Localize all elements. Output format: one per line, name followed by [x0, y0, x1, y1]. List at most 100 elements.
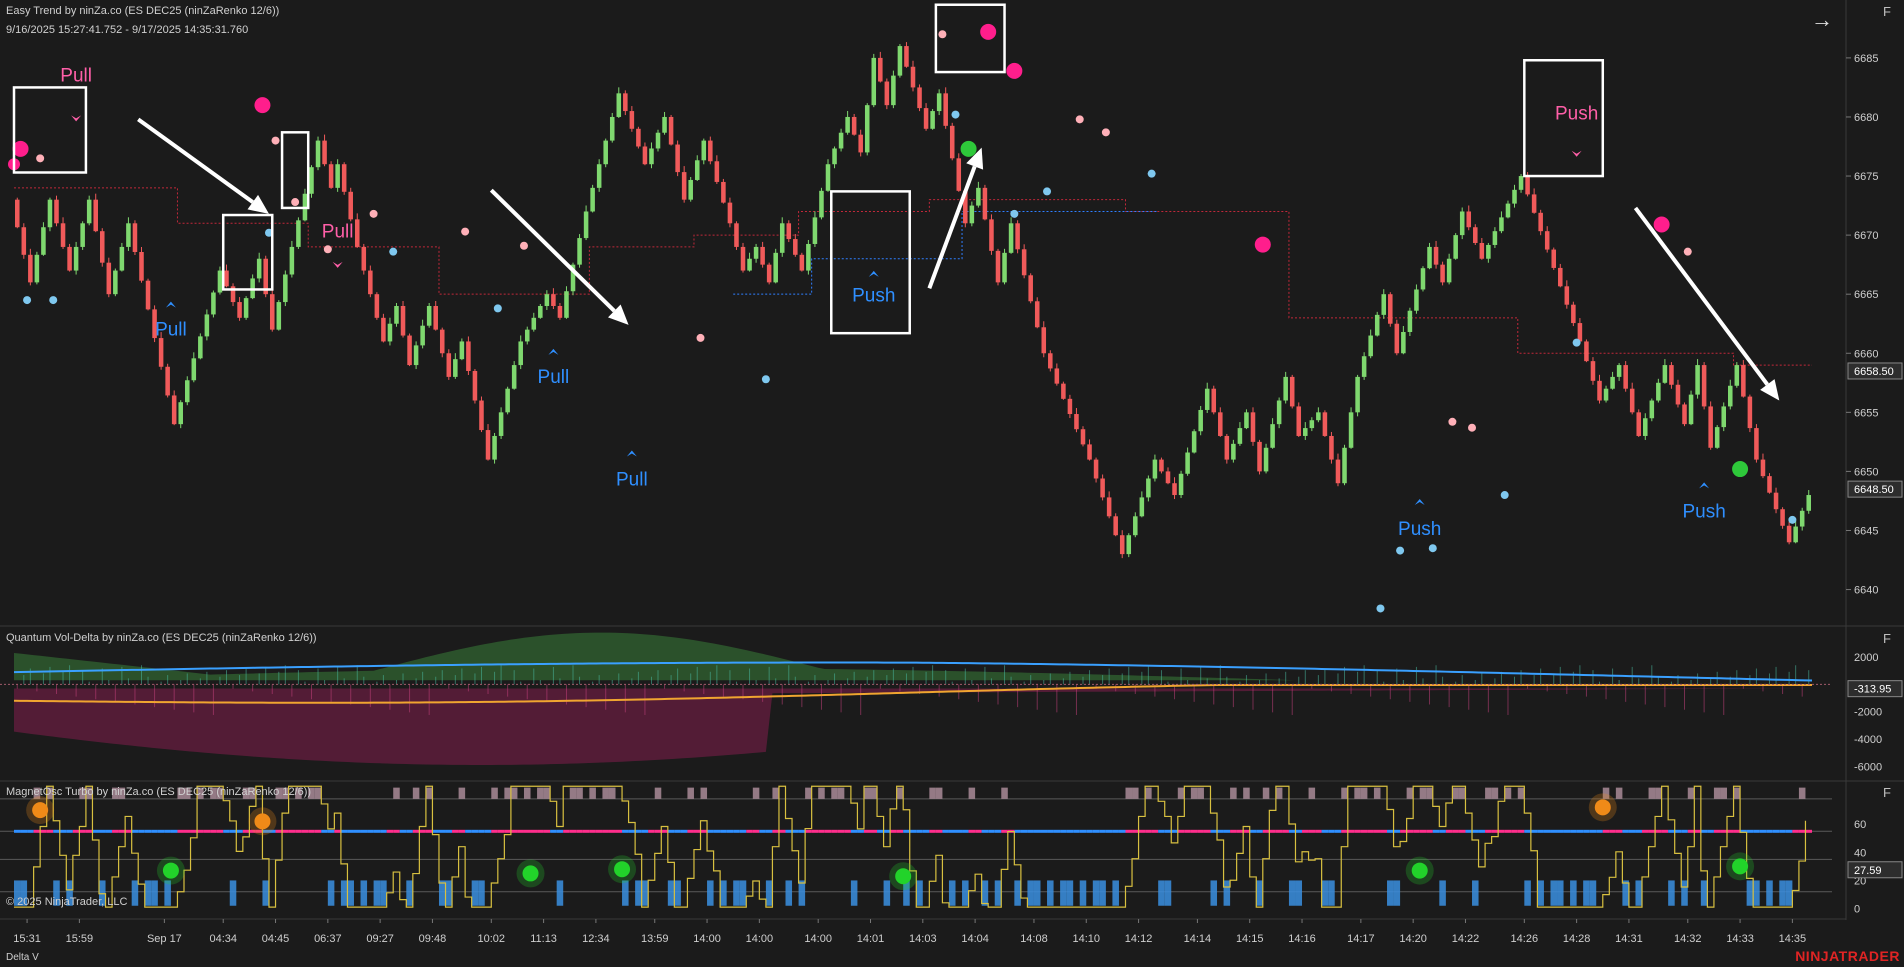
candle-body	[126, 223, 131, 247]
osc-mid-band	[700, 829, 708, 833]
chart-canvas[interactable]: 6640 6645 6650 6655 6660 6665 6670 6675 6680 6685…	[0, 0, 1904, 967]
osc-mid-band	[1759, 829, 1767, 833]
osc-upper-fill	[772, 787, 779, 799]
candle-body	[1551, 249, 1557, 268]
osc-mid-band	[216, 829, 224, 833]
candle-body	[1002, 252, 1007, 283]
candle-body	[1695, 365, 1700, 395]
candle-body	[858, 134, 863, 153]
osc-mid-band	[798, 829, 806, 833]
osc-mid-band	[190, 829, 198, 833]
main-pane-title: Easy Trend by ninZa.co (ES DEC25 (ninZaR…	[6, 5, 280, 17]
osc-mid-band	[1158, 829, 1165, 833]
candle-body	[989, 219, 994, 251]
osc-upper-fill	[896, 787, 904, 799]
osc-mid-band	[1210, 829, 1218, 833]
osc-mid-band	[1498, 829, 1505, 833]
osc-upper-fill	[1419, 787, 1427, 799]
candle-body	[1394, 323, 1400, 354]
osc-lower-fill	[1766, 880, 1773, 906]
osc-lower-fill	[883, 880, 891, 906]
osc-mid-band	[314, 829, 322, 833]
osc-upper-fill	[831, 787, 838, 799]
candle-body	[806, 243, 811, 271]
candle-body	[1714, 427, 1720, 448]
osc-mid-band	[1779, 829, 1786, 833]
osc-mid-band	[452, 829, 459, 833]
candle-body	[904, 46, 909, 67]
osc-lower-fill	[1668, 880, 1675, 906]
osc-mid-band	[778, 829, 786, 833]
candle-body	[171, 395, 177, 425]
signal-dot	[1254, 236, 1271, 253]
signal-dot	[1448, 417, 1457, 426]
candle-body	[276, 302, 282, 330]
osc-upper-fill	[1426, 787, 1433, 799]
candle-body	[1564, 286, 1570, 305]
osc-mid-band	[1105, 829, 1113, 833]
osc-mid-band	[556, 829, 564, 833]
osc-mid-band	[818, 829, 825, 833]
candle-body	[1374, 314, 1380, 336]
candle-body	[1048, 353, 1053, 369]
osc-upper-fill	[1504, 787, 1512, 799]
osc-mid-band	[1027, 829, 1034, 833]
candle-body	[1701, 365, 1707, 407]
main-pane-f-button[interactable]: F	[1878, 3, 1896, 21]
candle-body	[557, 306, 563, 318]
osc-mid-band	[1445, 829, 1453, 833]
osc-mid-band	[713, 829, 721, 833]
candle-body	[113, 270, 118, 295]
osc-upper-fill	[1125, 787, 1133, 799]
osc-mid-band	[157, 829, 165, 833]
osc-upper-fill	[1190, 787, 1198, 799]
candle-body	[1303, 428, 1308, 436]
osc-mid-band	[85, 829, 93, 833]
signal-dot	[1468, 423, 1477, 432]
osc-mid-band	[1079, 829, 1087, 833]
volume-pane-f-button[interactable]: F	[1878, 630, 1896, 648]
candle-body	[1080, 429, 1086, 445]
osc-mid-band	[916, 829, 923, 833]
candle-body	[224, 270, 229, 287]
candle-body	[662, 116, 667, 133]
candle-body	[1355, 376, 1360, 413]
candle-body	[1649, 400, 1655, 419]
osc-mid-band	[792, 829, 799, 833]
candle-body	[655, 132, 661, 149]
osc-mid-band	[1766, 829, 1773, 833]
candle-body	[387, 323, 393, 342]
osc-mid-band	[1753, 829, 1760, 833]
x-tick-label: 14:31	[1615, 933, 1643, 945]
signal-dot	[761, 375, 770, 384]
osc-mid-band	[811, 829, 819, 833]
signal-dot	[1732, 461, 1749, 478]
candle-body	[394, 306, 399, 324]
osc-mid-band	[151, 829, 158, 833]
candle-body	[1133, 516, 1138, 536]
candle-body	[28, 254, 33, 283]
y-tick-label: 6640	[1854, 585, 1878, 597]
osc-mid-band	[1099, 829, 1106, 833]
date-range: 9/16/2025 15:27:41.752 - 9/17/2025 14:35…	[6, 24, 249, 36]
osc-mid-band	[1269, 829, 1276, 833]
candle-body	[1178, 473, 1184, 496]
osc-lower-fill	[1328, 880, 1335, 906]
candle-body	[1682, 404, 1687, 425]
signal-dot	[1788, 515, 1797, 524]
osc-lower-fill	[765, 880, 773, 906]
osc-mid-band	[1334, 829, 1342, 833]
candle-body	[668, 116, 674, 145]
osc-lower-fill	[406, 880, 413, 906]
candle-body	[721, 181, 726, 203]
candle-body	[1453, 235, 1458, 259]
candle-body	[583, 211, 589, 239]
arrow-right-icon[interactable]: →	[1808, 8, 1836, 32]
osc-mid-band	[1288, 829, 1296, 833]
osc-pane-f-button[interactable]: F	[1878, 784, 1896, 802]
osc-lower-fill	[635, 880, 642, 906]
osc-mid-band	[1439, 829, 1446, 833]
osc-mid-band	[183, 829, 191, 833]
candle-body	[1224, 435, 1230, 460]
osc-mid-band	[1118, 829, 1126, 833]
